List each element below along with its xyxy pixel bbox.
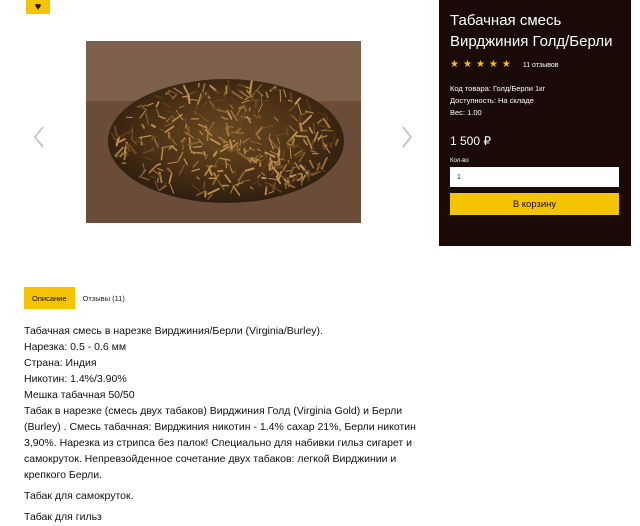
tobacco-fiber [248, 107, 251, 112]
add-to-cart-button[interactable]: В корзину [450, 193, 619, 215]
chevron-right-icon [402, 126, 412, 148]
tobacco-fiber [285, 127, 289, 137]
tobacco-fiber [312, 123, 316, 135]
tab-description[interactable]: Описание [24, 287, 75, 309]
tobacco-fiber [188, 137, 192, 149]
tobacco-fiber [177, 156, 181, 162]
tobacco-fiber [286, 177, 290, 183]
tobacco-fiber [223, 142, 234, 145]
tobacco-fiber [307, 171, 311, 182]
description-extra: Табак для гильз [24, 511, 102, 523]
sku: Код товара: Голд/Берли 1кг [450, 84, 546, 93]
tobacco-fiber [261, 176, 267, 180]
tobacco-fiber [295, 172, 299, 181]
product-meta: Код товара: Голд/Берли 1кг Доступность: … [450, 83, 620, 119]
price: 1 500 ₽ [450, 134, 491, 148]
chevron-left-icon [34, 126, 44, 148]
reviews-link[interactable]: 11 отзывов [523, 62, 559, 69]
tobacco-fiber [230, 131, 245, 135]
tobacco-fiber [223, 92, 226, 97]
tobacco-fiber [205, 124, 208, 130]
tobacco-fiber [225, 158, 227, 169]
tab-reviews[interactable]: Отзывы (11) [75, 287, 133, 309]
tobacco-fiber [169, 116, 176, 120]
description-paragraph: Табак в нарезке (смесь двух табаков) Вир… [24, 405, 416, 481]
tobacco-fiber [299, 122, 303, 132]
tobacco-fiber [243, 147, 246, 155]
tobacco-fiber [150, 123, 157, 129]
description-line: Никотин: 1.4%/3.90% [24, 373, 127, 385]
tobacco-fiber [295, 135, 308, 138]
tobacco-fiber [168, 138, 174, 141]
description-content: Табачная смесь в нарезке Вирджиния/Берли… [24, 323, 424, 525]
availability: Доступность: На складе [450, 96, 534, 105]
tobacco-fiber [149, 175, 157, 179]
tobacco-fiber [300, 173, 303, 179]
tobacco-fiber [237, 145, 239, 154]
description-line: Нарезка: 0.5 - 0.6 мм [24, 341, 127, 353]
quantity-input[interactable] [450, 167, 619, 187]
tobacco-fiber [289, 113, 292, 119]
tobacco-fiber [192, 138, 199, 141]
rating-stars: ★ ★ ★ ★ ★ [450, 60, 511, 70]
description-line: Мешка табачная 50/50 [24, 389, 135, 401]
product-gallery [0, 0, 440, 270]
tobacco-fiber [187, 92, 191, 105]
weight: Вес: 1.00 [450, 108, 482, 117]
tobacco-fiber [184, 117, 187, 124]
tobacco-fiber [287, 99, 293, 102]
quantity-label: Кол-во [450, 158, 469, 164]
tobacco-fiber [192, 145, 203, 148]
tobacco-fiber [228, 126, 235, 128]
tobacco-fiber [141, 123, 146, 129]
description-line: Страна: Индия [24, 357, 97, 369]
tobacco-fiber [140, 136, 143, 146]
tobacco-fiber [277, 166, 284, 169]
description-line: Табачная смесь в нарезке Вирджиния/Берли… [24, 325, 323, 337]
star-icon: ★ [450, 59, 459, 70]
star-icon: ★ [475, 59, 485, 70]
product-tabs: Описание Отзывы (11) [24, 287, 133, 309]
tobacco-fiber [190, 151, 204, 154]
gallery-next-button[interactable] [398, 124, 416, 150]
gallery-prev-button[interactable] [30, 124, 48, 150]
description-extra: Табак для самокруток. [24, 490, 134, 502]
product-image [86, 41, 361, 223]
star-icon: ★ [488, 59, 498, 70]
product-title: Табачная смесь Вирджиния Голд/Берли [450, 12, 613, 50]
tobacco-fiber [185, 123, 188, 129]
purchase-panel: Табачная смесь Вирджиния Голд/Берли ★ ★ … [439, 0, 631, 246]
tobacco-fiber [238, 106, 244, 110]
tobacco-fiber [326, 142, 334, 145]
tobacco-fiber [203, 151, 206, 157]
rating: ★ ★ ★ ★ ★ 11 отзывов [450, 58, 620, 72]
star-icon: ★ [462, 59, 472, 70]
star-icon: ★ [501, 59, 511, 70]
tobacco-fiber [197, 82, 200, 88]
